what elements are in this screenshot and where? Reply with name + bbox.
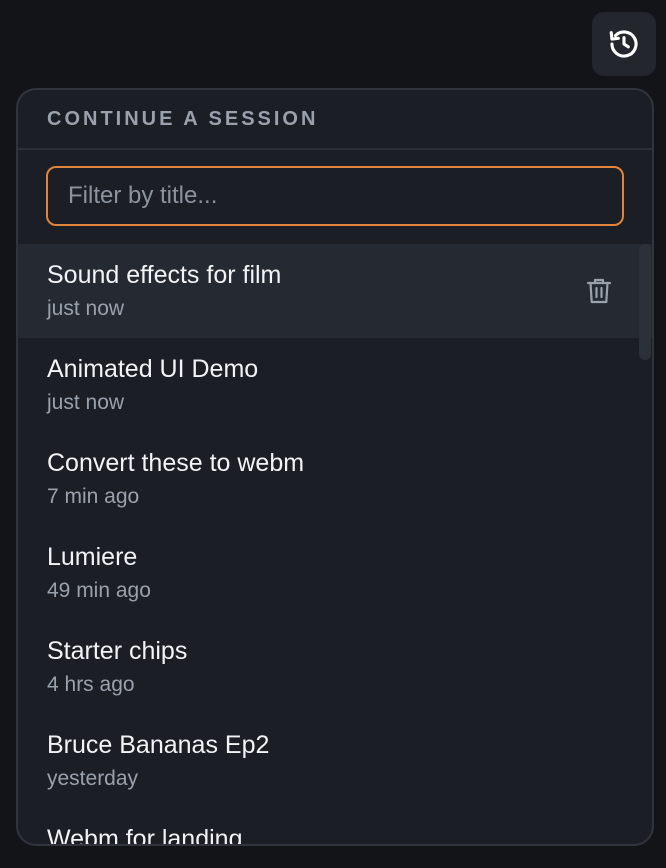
session-item[interactable]: Convert these to webm 7 min ago — [18, 432, 652, 526]
session-time: 7 min ago — [47, 485, 140, 508]
session-item[interactable]: Webm for landing — [18, 808, 652, 846]
session-title: Lumiere — [47, 543, 138, 571]
session-title: Convert these to webm — [47, 449, 305, 477]
session-panel: CONTINUE A SESSION Sound effects for fil… — [16, 88, 654, 846]
session-title: Animated UI Demo — [47, 355, 259, 383]
session-time: just now — [47, 297, 125, 320]
session-item[interactable]: Sound effects for film just now — [18, 244, 652, 338]
history-button[interactable] — [592, 12, 656, 76]
session-list: Sound effects for film just now Animated… — [18, 244, 652, 846]
panel-title: CONTINUE A SESSION — [18, 90, 652, 150]
session-title: Sound effects for film — [47, 261, 282, 289]
trash-icon[interactable] — [586, 277, 612, 305]
session-title: Bruce Bananas Ep2 — [47, 731, 270, 759]
filter-container — [18, 150, 652, 244]
scrollbar[interactable] — [638, 244, 652, 360]
scrollbar-thumb[interactable] — [639, 244, 651, 360]
session-time: 4 hrs ago — [47, 673, 135, 696]
session-item[interactable]: Animated UI Demo just now — [18, 338, 652, 432]
session-time: yesterday — [47, 767, 139, 790]
history-icon — [607, 27, 641, 61]
session-time: just now — [47, 391, 125, 414]
session-title: Starter chips — [47, 637, 188, 665]
session-item[interactable]: Lumiere 49 min ago — [18, 526, 652, 620]
session-title: Webm for landing — [47, 825, 243, 846]
filter-input[interactable] — [46, 166, 624, 226]
session-item[interactable]: Bruce Bananas Ep2 yesterday — [18, 714, 652, 808]
session-item[interactable]: Starter chips 4 hrs ago — [18, 620, 652, 714]
session-time: 49 min ago — [47, 579, 151, 602]
